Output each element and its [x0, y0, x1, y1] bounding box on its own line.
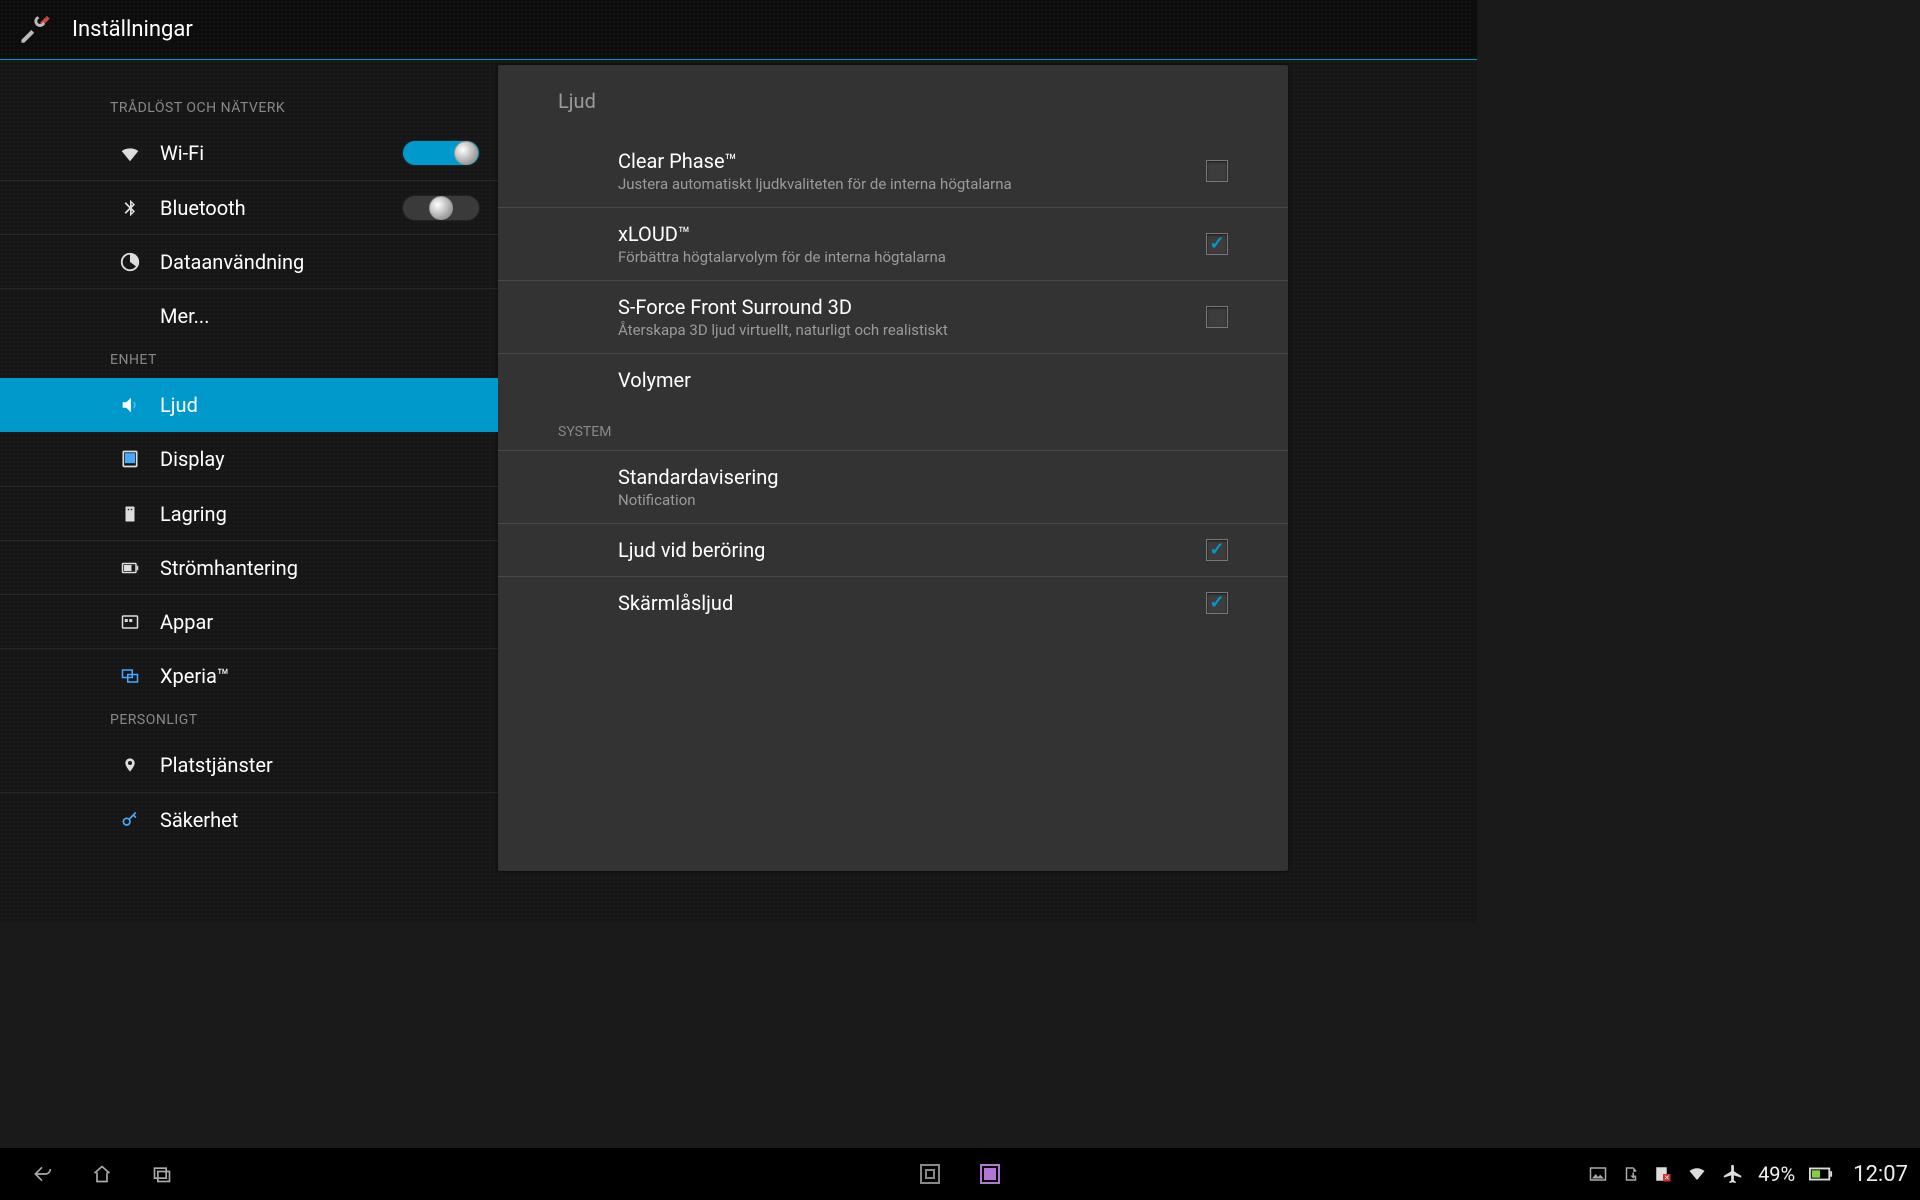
home-button[interactable]: [72, 1161, 132, 1187]
clearphase-checkbox[interactable]: [1206, 160, 1228, 182]
navbar-center: [920, 1164, 1000, 1184]
download-icon: [1622, 1164, 1640, 1184]
sim-error-icon: ✕: [1654, 1165, 1672, 1183]
sidebar-item-label: Appar: [160, 610, 213, 634]
location-icon: [118, 753, 142, 777]
sidebar-item-bluetooth[interactable]: Bluetooth: [0, 180, 498, 234]
svg-text:✕: ✕: [1664, 1174, 1670, 1182]
sidebar-item-label: Bluetooth: [160, 196, 246, 220]
battery-icon: [1809, 1166, 1833, 1182]
sidebar-item-apps[interactable]: Appar: [0, 594, 498, 648]
section-header-system: SYSTEM: [498, 406, 1288, 451]
small-apps-button[interactable]: [920, 1164, 940, 1184]
sidebar-item-label: Display: [160, 447, 225, 471]
setting-lock-sound[interactable]: Skärmlåsljud: [498, 577, 1288, 629]
sidebar-item-security[interactable]: Säkerhet: [0, 792, 498, 846]
status-tray[interactable]: ✕ 49% 12:07: [1588, 1162, 1908, 1187]
setting-desc: Justera automatiskt ljudkvaliteten för d…: [618, 175, 1206, 193]
sidebar-item-datausage[interactable]: Dataanvändning: [0, 234, 498, 288]
sidebar-item-location[interactable]: Platstjänster: [0, 738, 498, 792]
sidebar-item-label: Strömhantering: [160, 556, 298, 580]
touch-sounds-checkbox[interactable]: [1206, 539, 1228, 561]
storage-icon: [118, 502, 142, 526]
battery-percentage: 49%: [1758, 1162, 1795, 1186]
setting-default-notification[interactable]: Standardavisering Notification: [498, 451, 1288, 524]
setting-sforce[interactable]: S-Force Front Surround 3D Återskapa 3D l…: [498, 281, 1288, 354]
sidebar-item-wifi[interactable]: Wi-Fi: [0, 126, 498, 180]
setting-desc: Återskapa 3D ljud virtuellt, naturligt o…: [618, 321, 1206, 339]
sidebar-item-sound[interactable]: Ljud: [0, 378, 498, 432]
apps-icon: [118, 610, 142, 634]
section-header-wireless: TRÅDLÖST OCH NÄTVERK: [0, 90, 498, 126]
setting-name: S-Force Front Surround 3D: [618, 295, 1206, 319]
sidebar-item-more[interactable]: Mer...: [0, 288, 498, 342]
setting-name: Clear Phase™: [618, 149, 1206, 173]
airplane-mode-icon: [1722, 1163, 1744, 1185]
sidebar-item-label: Xperia™: [160, 664, 229, 688]
setting-clearphase[interactable]: Clear Phase™ Justera automatiskt ljudkva…: [498, 135, 1288, 208]
recent-apps-button[interactable]: [132, 1163, 192, 1185]
data-usage-icon: [118, 250, 142, 274]
system-navbar: ✕ 49% 12:07: [0, 1148, 1920, 1200]
screenshot-button[interactable]: [980, 1164, 1000, 1184]
section-header-device: ENHET: [0, 342, 498, 378]
xloud-checkbox[interactable]: [1206, 233, 1228, 255]
gallery-icon: [1588, 1165, 1608, 1183]
sforce-checkbox[interactable]: [1206, 306, 1228, 328]
setting-desc: Förbättra högtalarvolym för de interna h…: [618, 248, 1206, 266]
setting-volumes[interactable]: Volymer: [498, 354, 1288, 406]
setting-desc: Notification: [618, 491, 1228, 509]
power-icon: [118, 556, 142, 580]
sidebar-item-power[interactable]: Strömhantering: [0, 540, 498, 594]
wifi-icon: [118, 141, 142, 165]
bluetooth-toggle[interactable]: [402, 195, 480, 221]
sidebar-item-label: Platstjänster: [160, 753, 273, 777]
app-title: Inställningar: [72, 17, 193, 42]
setting-name: Volymer: [618, 368, 1228, 392]
setting-xloud[interactable]: xLOUD™ Förbättra högtalarvolym för de in…: [498, 208, 1288, 281]
bluetooth-icon: [118, 196, 142, 220]
setting-name: Ljud vid beröring: [618, 538, 1206, 562]
lock-sound-checkbox[interactable]: [1206, 592, 1228, 614]
section-header-personal: PERSONLIGT: [0, 702, 498, 738]
sidebar-item-label: Lagring: [160, 502, 227, 526]
sidebar-item-xperia[interactable]: Xperia™: [0, 648, 498, 702]
setting-name: Standardavisering: [618, 465, 1228, 489]
sidebar-item-label: Ljud: [160, 393, 198, 417]
setting-touch-sounds[interactable]: Ljud vid beröring: [498, 524, 1288, 577]
clock: 12:07: [1853, 1162, 1908, 1187]
setting-name: xLOUD™: [618, 222, 1206, 246]
sidebar-item-label: Säkerhet: [160, 808, 238, 832]
panel-title: Ljud: [498, 65, 1288, 135]
wifi-toggle[interactable]: [402, 140, 480, 166]
sound-settings-panel: Ljud Clear Phase™ Justera automatiskt lj…: [498, 65, 1288, 871]
settings-icon: [20, 13, 54, 47]
sidebar-item-display[interactable]: Display: [0, 432, 498, 486]
sidebar-item-label: Mer...: [160, 304, 209, 328]
sidebar-item-label: Dataanvändning: [160, 250, 304, 274]
sidebar-item-label: Wi-Fi: [160, 141, 204, 165]
back-button[interactable]: [12, 1162, 72, 1186]
sound-icon: [118, 393, 142, 417]
settings-sidebar: TRÅDLÖST OCH NÄTVERK Wi-Fi Bluetooth Dat…: [0, 60, 498, 871]
sidebar-item-storage[interactable]: Lagring: [0, 486, 498, 540]
security-icon: [118, 808, 142, 832]
app-bar: Inställningar: [0, 0, 1477, 60]
setting-name: Skärmlåsljud: [618, 591, 1206, 615]
display-icon: [118, 447, 142, 471]
xperia-icon: [118, 664, 142, 688]
wifi-signal-icon: [1686, 1165, 1708, 1183]
